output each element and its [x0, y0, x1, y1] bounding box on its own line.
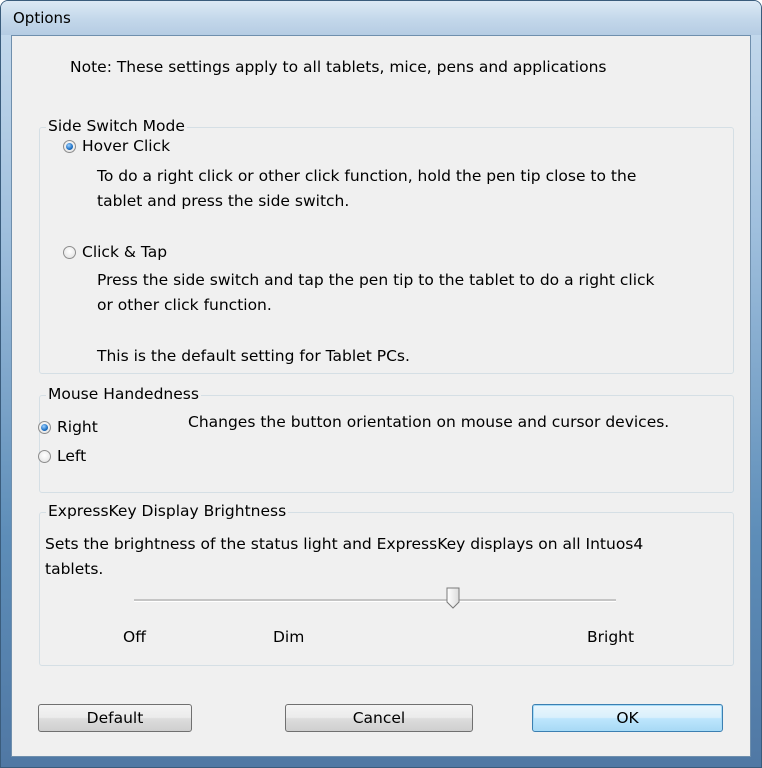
hover-click-label: Hover Click	[82, 137, 171, 155]
brightness-dim-label: Dim	[273, 628, 305, 646]
mouse-handedness-label: Mouse Handedness	[46, 385, 201, 403]
click-and-tap-radio-indicator[interactable]	[63, 245, 76, 259]
click-and-tap-description: Press the side switch and tap the pen ti…	[97, 268, 655, 318]
brightness-description-line-2: tablets.	[45, 560, 104, 578]
handedness-left-label: Left	[57, 447, 87, 465]
hover-click-radio[interactable]: Hover Click	[63, 137, 170, 155]
dialog-client-area: Note: These settings apply to all tablet…	[11, 35, 751, 757]
options-window: Options Note: These settings apply to al…	[0, 0, 762, 768]
brightness-off-label: Off	[123, 628, 146, 646]
hover-click-description-line-1: To do a right click or other click funct…	[97, 167, 637, 185]
click-and-tap-description-line-1: Press the side switch and tap the pen ti…	[97, 271, 655, 289]
hover-click-radio-indicator[interactable]	[63, 139, 76, 153]
hover-click-description-line-2: tablet and press the side switch.	[97, 192, 350, 210]
handedness-right-radio[interactable]: Right	[38, 418, 98, 436]
handedness-left-radio[interactable]: Left	[38, 447, 86, 465]
brightness-slider-thumb[interactable]	[446, 587, 460, 609]
window-title: Options	[13, 9, 71, 27]
handedness-description: Changes the button orientation on mouse …	[188, 413, 670, 431]
ok-button[interactable]: OK	[532, 704, 723, 732]
default-button[interactable]: Default	[38, 704, 192, 732]
handedness-right-radio-indicator[interactable]	[38, 420, 51, 434]
brightness-bright-label: Bright	[587, 628, 635, 646]
click-and-tap-label: Click & Tap	[82, 243, 168, 261]
handedness-left-radio-indicator[interactable]	[38, 449, 51, 463]
hover-click-description: To do a right click or other click funct…	[97, 164, 636, 214]
brightness-description-line-1: Sets the brightness of the status light …	[45, 535, 644, 553]
settings-note: Note: These settings apply to all tablet…	[70, 58, 607, 76]
click-and-tap-radio[interactable]: Click & Tap	[63, 243, 167, 261]
title-bar[interactable]: Options	[1, 1, 761, 35]
brightness-description: Sets the brightness of the status light …	[45, 532, 643, 582]
click-and-tap-description-line-2: or other click function.	[97, 296, 272, 314]
expresskey-brightness-label: ExpressKey Display Brightness	[46, 502, 289, 520]
cancel-button[interactable]: Cancel	[285, 704, 473, 732]
tablet-pc-default-note: This is the default setting for Tablet P…	[97, 347, 410, 365]
handedness-right-label: Right	[57, 418, 98, 436]
side-switch-mode-label: Side Switch Mode	[46, 117, 187, 135]
brightness-slider-track[interactable]	[134, 599, 616, 602]
